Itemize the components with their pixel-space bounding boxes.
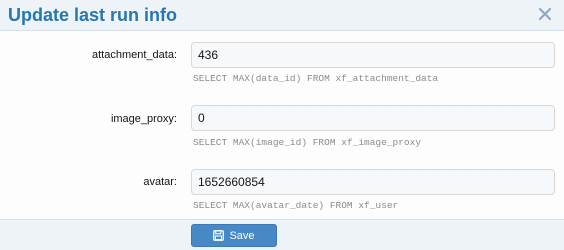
form-footer: Save — [0, 219, 564, 250]
attachment-data-label: attachment_data: — [91, 49, 177, 61]
overlay-title-bar: Update last run info — [0, 0, 564, 31]
avatar-input[interactable] — [191, 169, 555, 195]
attachment-data-hint: SELECT MAX(data_id) FROM xf_attachment_d… — [193, 73, 439, 84]
save-icon — [213, 230, 225, 241]
save-button[interactable]: Save — [191, 224, 277, 247]
image-proxy-hint: SELECT MAX(image_id) FROM xf_image_proxy — [193, 137, 422, 148]
close-icon[interactable] — [537, 6, 553, 22]
attachment-data-input[interactable] — [191, 42, 555, 68]
avatar-hint: SELECT MAX(avatar_date) FROM xf_user — [193, 200, 399, 211]
image-proxy-label: image_proxy: — [110, 113, 177, 125]
save-button-label: Save — [229, 229, 255, 242]
overlay-title: Update last run info — [8, 5, 178, 25]
avatar-label: avatar: — [143, 176, 177, 188]
image-proxy-input[interactable] — [191, 105, 555, 131]
